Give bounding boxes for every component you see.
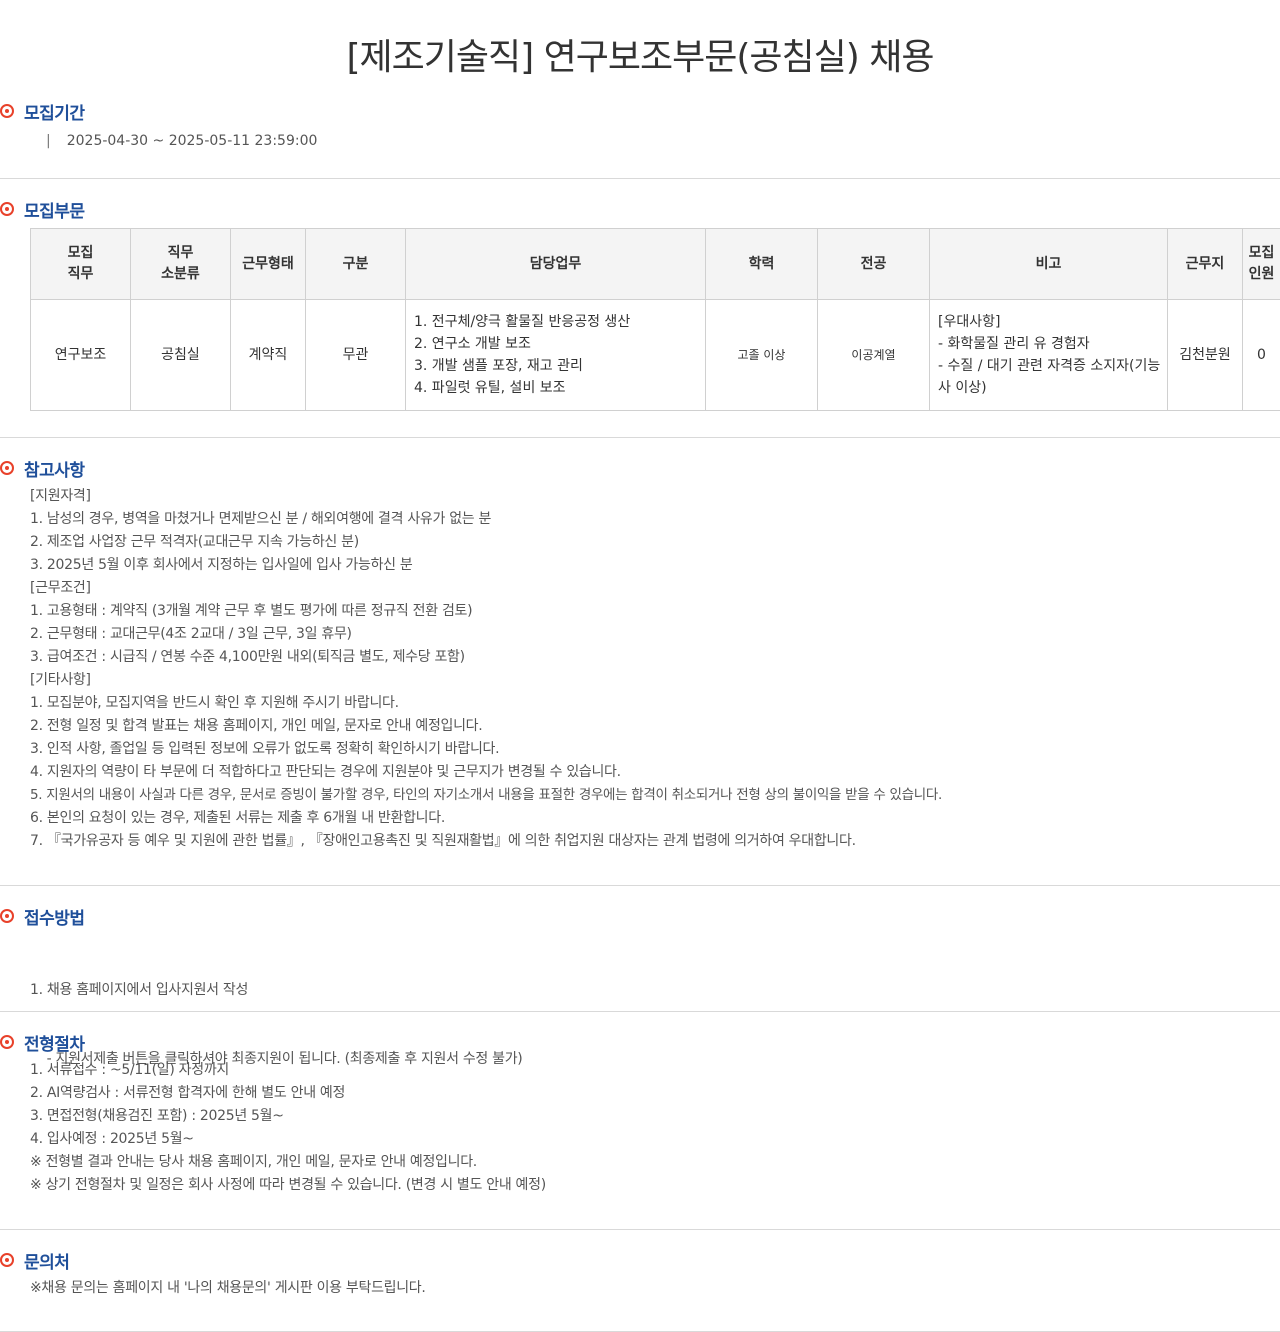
cell-education: 고졸 이상 [706,300,818,411]
section-period: 모집기간 | 2025-04-30 ~ 2025-05-11 23:59:00 [0,96,1280,179]
contact-text: ※채용 문의는 홈페이지 내 '나의 채용문의' 게시판 이용 부탁드립니다. [0,1277,1280,1300]
text-line: 1. 고용형태 : 계약직 (3개월 계약 근무 후 별도 평가에 따른 정규직… [30,600,1280,623]
text-line: 7. 『국가유공자 등 예우 및 지원에 관한 법률』, 『장애인고용촉진 및 … [30,830,1280,853]
text-line: 3. 인적 사항, 졸업일 등 입력된 정보에 오류가 없도록 정확히 확인하시… [30,738,1280,761]
header-count: 모집인원 [1243,229,1280,300]
header-employment: 근무형태 [231,229,306,300]
target-bullet-icon [0,104,14,118]
text-line: ※ 전형별 결과 안내는 당사 채용 홈페이지, 개인 메일, 문자로 안내 예… [30,1151,1280,1174]
text-line: 4. 입사예정 : 2025년 5월~ [30,1128,1280,1151]
divider-bar: | [46,133,51,149]
header-major: 전공 [818,229,930,300]
section-notes: 참고사항 [지원자격] 1. 남성의 경우, 병역을 마쳤거나 면제받으신 분 … [0,453,1280,886]
page-title: [제조기술직] 연구보조부문(공침실) 채용 [0,0,1280,86]
cell-subcategory: 공침실 [131,300,231,411]
text-line: 5. 지원서의 내용이 사실과 다른 경우, 문서로 증빙이 불가할 경우, 타… [30,784,1280,807]
header-category: 구분 [306,229,406,300]
text-line: 3. 면접전형(채용검진 포함) : 2025년 5월~ [30,1105,1280,1128]
section-division: 모집부문 모집직무 직무소분류 근무형태 구분 담당업무 학력 전공 비고 근무… [0,194,1280,438]
table-header-row: 모집직무 직무소분류 근무형태 구분 담당업무 학력 전공 비고 근무지 모집인… [31,229,1280,300]
text-line: 2. AI역량검사 : 서류전형 합격자에 한해 별도 안내 예정 [30,1082,1280,1105]
target-bullet-icon [0,461,14,475]
section-title: 모집기간 [24,99,85,124]
text-line: 1. 채용 홈페이지에서 입사지원서 작성 [30,979,1280,1002]
cell-duties: 1. 전구체/양극 활물질 반응공정 생산 2. 연구소 개발 보조 3. 개발… [406,300,706,411]
section-contact: 문의처 ※채용 문의는 홈페이지 내 '나의 채용문의' 게시판 이용 부탁드립… [0,1245,1280,1332]
cell-location: 김천분원 [1168,300,1243,411]
period-row: | 2025-04-30 ~ 2025-05-11 23:59:00 [0,126,1280,156]
text-line: 3. 2025년 5월 이후 회사에서 지정하는 입사일에 입사 가능하신 분 [30,554,1280,577]
section-header: 모집기간 [0,96,1280,126]
text-line: ※채용 문의는 홈페이지 내 '나의 채용문의' 게시판 이용 부탁드립니다. [30,1277,1280,1300]
target-bullet-icon [0,1253,14,1267]
period-value: 2025-04-30 ~ 2025-05-11 23:59:00 [67,133,318,149]
section-header: 문의처 [0,1245,1280,1275]
text-line: 1. 남성의 경우, 병역을 마쳤거나 면제받으신 분 / 해외여행에 결격 사… [30,508,1280,531]
notes-text: [지원자격] 1. 남성의 경우, 병역을 마쳤거나 면제받으신 분 / 해외여… [0,485,1280,853]
header-job: 모집직무 [31,229,131,300]
header-subcategory: 직무소분류 [131,229,231,300]
section-header: 모집부문 [0,194,1280,224]
cell-count: 0 [1243,300,1280,411]
table-row: 연구보조 공침실 계약직 무관 1. 전구체/양극 활물질 반응공정 생산 2.… [31,300,1280,411]
text-line: [기타사항] [30,669,1280,692]
cell-category: 무관 [306,300,406,411]
cell-employment: 계약직 [231,300,306,411]
section-header: 참고사항 [0,453,1280,483]
section-title: 전형절차 [24,1030,85,1055]
cell-remarks: [우대사항] - 화학물질 관리 유 경험자 - 수질 / 대기 관련 자격증 … [930,300,1168,411]
text-line: [지원자격] [30,485,1280,508]
process-text: 1. 서류접수 : ~5/11(일) 자정까지 2. AI역량검사 : 서류전형… [0,1059,1280,1197]
target-bullet-icon [0,202,14,216]
header-education: 학력 [706,229,818,300]
section-title: 접수방법 [24,904,85,929]
cell-major: 이공계열 [818,300,930,411]
text-line: 2. 전형 일정 및 합격 발표는 채용 홈페이지, 개인 메일, 문자로 안내… [30,715,1280,738]
target-bullet-icon [0,1035,14,1049]
text-line: [근무조건] [30,577,1280,600]
text-line: 6. 본인의 요청이 있는 경우, 제출된 서류는 제출 후 6개월 내 반환합… [30,807,1280,830]
text-line: ※ 상기 전형절차 및 일정은 회사 사정에 따라 변경될 수 있습니다. (변… [30,1174,1280,1197]
section-header: 접수방법 [0,901,1280,931]
header-location: 근무지 [1168,229,1243,300]
header-remarks: 비고 [930,229,1168,300]
text-line: 3. 급여조건 : 시급직 / 연봉 수준 4,100만원 내외(퇴직금 별도,… [30,646,1280,669]
header-duties: 담당업무 [406,229,706,300]
text-line: 2. 근무형태 : 교대근무(4조 2교대 / 3일 근무, 3일 휴무) [30,623,1280,646]
cell-job: 연구보조 [31,300,131,411]
text-line: 4. 지원자의 역량이 타 부문에 더 적합하다고 판단되는 경우에 지원분야 … [30,761,1280,784]
text-line: 1. 서류접수 : ~5/11(일) 자정까지 [30,1059,1280,1082]
section-title: 모집부문 [24,197,85,222]
section-apply: 접수방법 1. 채용 홈페이지에서 입사지원서 작성 - 지원서제출 버튼을 클… [0,901,1280,1012]
section-title: 문의처 [24,1248,69,1273]
text-line: 2. 제조업 사업장 근무 적격자(교대근무 지속 가능하신 분) [30,531,1280,554]
section-title: 참고사항 [24,456,85,481]
recruit-table: 모집직무 직무소분류 근무형태 구분 담당업무 학력 전공 비고 근무지 모집인… [30,228,1280,411]
target-bullet-icon [0,909,14,923]
text-line: 1. 모집분야, 모집지역을 반드시 확인 후 지원해 주시기 바랍니다. [30,692,1280,715]
